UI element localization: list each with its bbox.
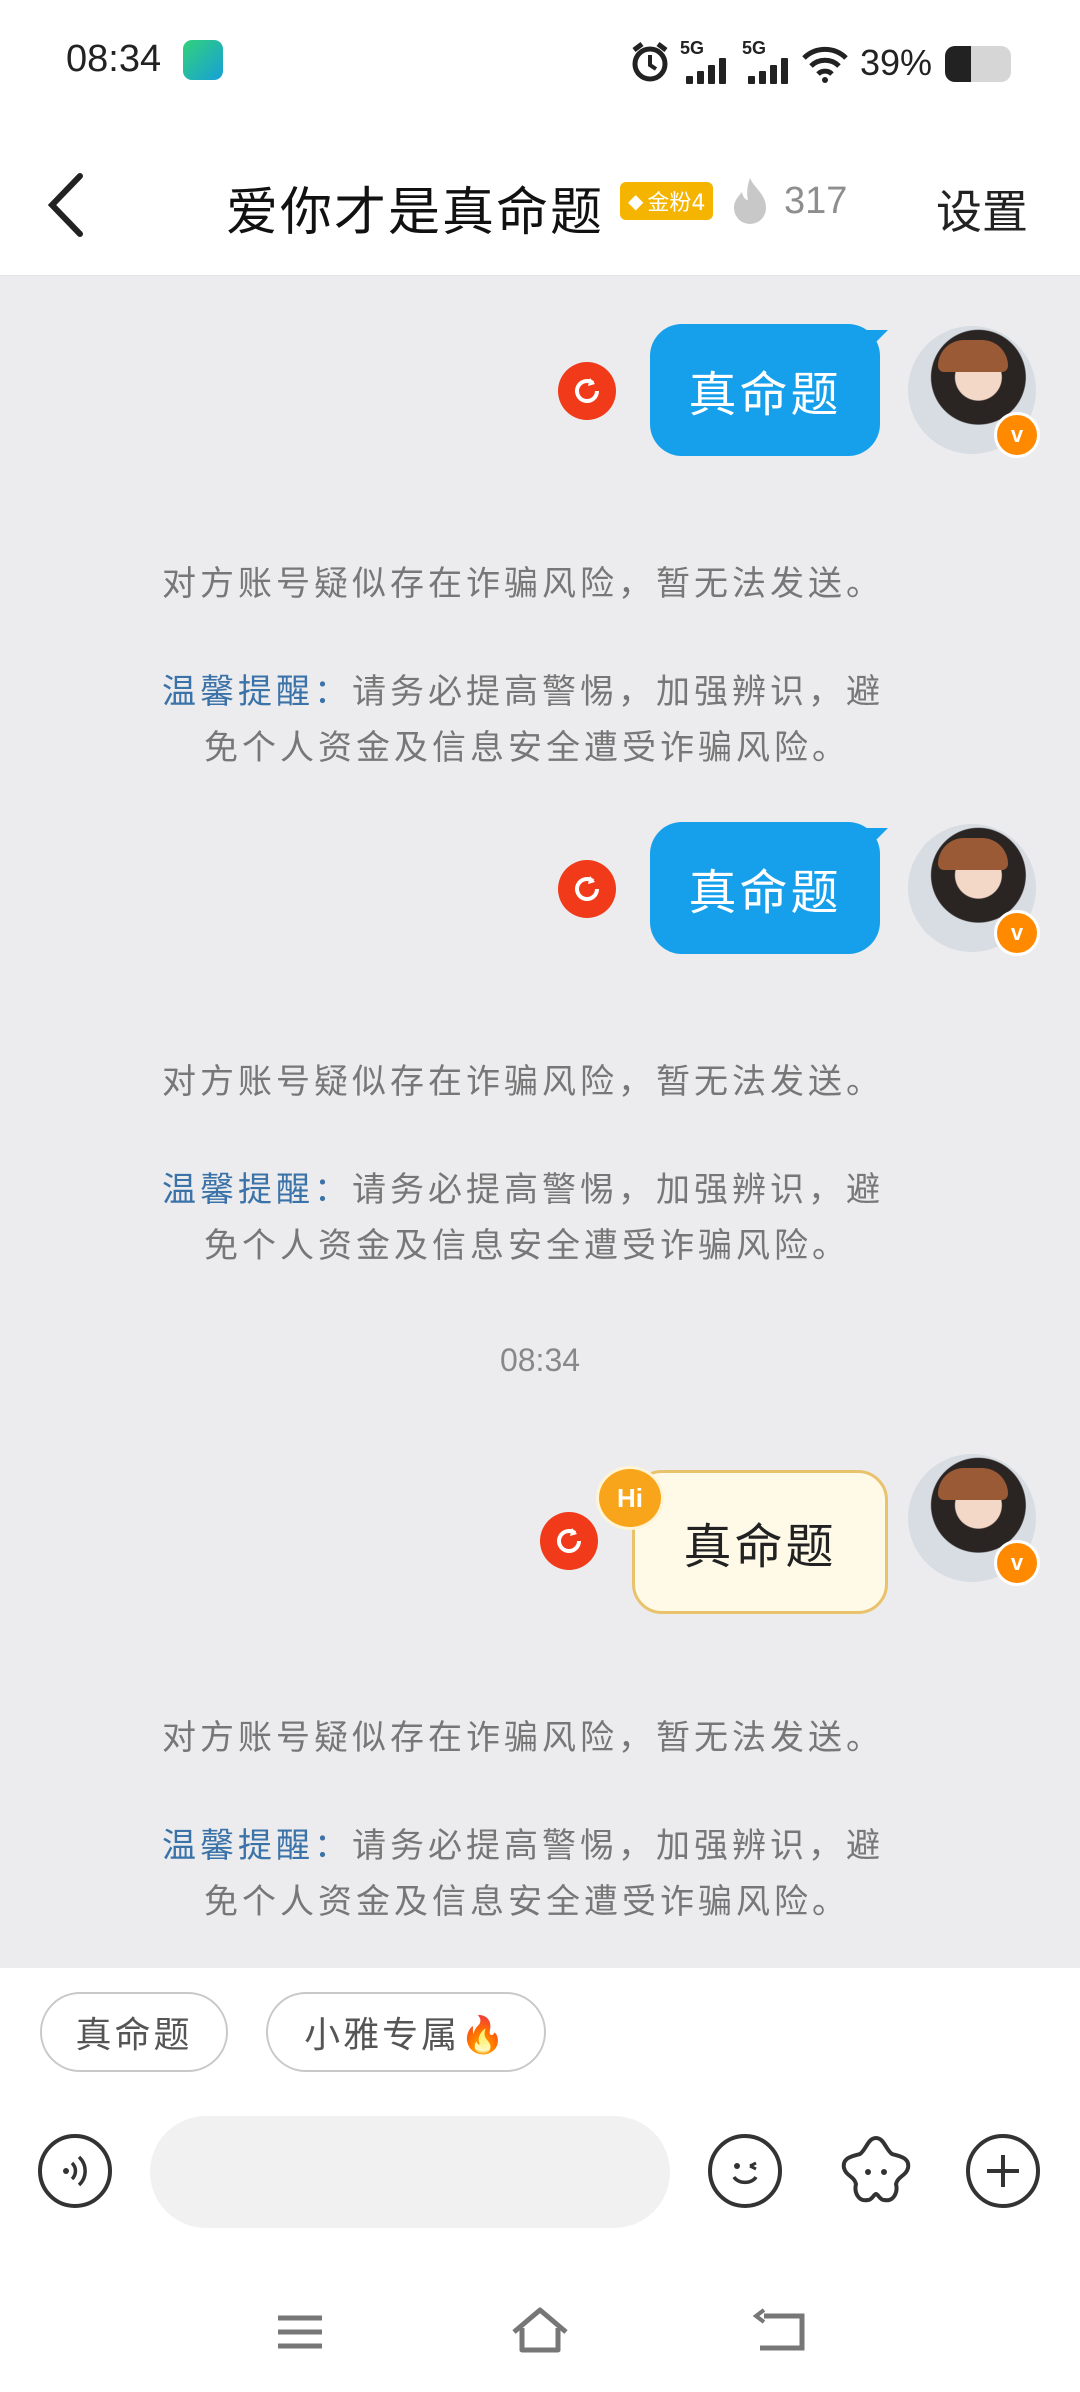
message-bubble[interactable]: 真命题 bbox=[650, 324, 880, 456]
avatar-hat bbox=[938, 838, 1008, 870]
avatar-hat bbox=[938, 1468, 1008, 1500]
message-text: 真命题 bbox=[688, 865, 842, 921]
refresh-icon bbox=[575, 876, 599, 901]
safety-tip: 温馨提醒：请务必提高警惕，加强辨识，避 免个人资金及信息安全遭受诈骗风险。 bbox=[162, 1162, 1042, 1274]
tip-text-line1: 请务必提高警惕，加强辨识，避 bbox=[352, 1170, 884, 1210]
network-label-1: 5G bbox=[680, 38, 705, 58]
avatar[interactable]: v bbox=[908, 1454, 1040, 1586]
refresh-icon bbox=[557, 1528, 581, 1553]
hi-badge-icon: Hi bbox=[596, 1466, 664, 1530]
flower-star-icon bbox=[841, 2135, 911, 2203]
back-button[interactable] bbox=[44, 170, 92, 240]
bubble-tail bbox=[866, 828, 888, 850]
app-notification-icon bbox=[183, 40, 223, 80]
fan-badge-label: 金粉4 bbox=[647, 191, 706, 216]
back-nav-button[interactable] bbox=[740, 2302, 820, 2362]
intimacy-count: 317 bbox=[784, 180, 848, 222]
status-time: 08:34 bbox=[66, 38, 162, 80]
tip-label: 温馨提醒： bbox=[162, 672, 352, 712]
tip-label: 温馨提醒： bbox=[162, 1170, 352, 1210]
chevron-left-icon bbox=[47, 173, 83, 237]
quick-reply-chip[interactable]: 小雅专属🔥 bbox=[266, 1992, 546, 2072]
avatar[interactable]: v bbox=[908, 326, 1040, 458]
hi-message-bubble[interactable]: 真命题 bbox=[632, 1470, 888, 1614]
wifi-icon bbox=[800, 44, 850, 84]
safety-tip: 温馨提醒：请务必提高警惕，加强辨识，避 免个人资金及信息安全遭受诈骗风险。 bbox=[162, 664, 1042, 776]
message-timestamp: 08:34 bbox=[499, 1342, 581, 1378]
signal-bars-1-icon bbox=[686, 58, 726, 84]
resend-button[interactable] bbox=[558, 362, 616, 420]
settings-button[interactable]: 设置 bbox=[936, 176, 1028, 242]
resend-button[interactable] bbox=[558, 860, 616, 918]
battery-percent: 39% bbox=[860, 42, 933, 83]
refresh-icon bbox=[575, 378, 599, 403]
sticker-button[interactable] bbox=[836, 2130, 916, 2210]
bubble-tail bbox=[866, 330, 888, 352]
safety-tip: 温馨提醒：请务必提高警惕，加强辨识，避 免个人资金及信息安全遭受诈骗风险。 bbox=[162, 1818, 1042, 1930]
quick-reply-chip[interactable]: 真命题 bbox=[40, 1992, 228, 2072]
tip-label: 温馨提醒： bbox=[162, 1826, 352, 1866]
tip-text-line1: 请务必提高警惕，加强辨识，避 bbox=[352, 672, 884, 712]
quick-reply-label: 小雅专属🔥 bbox=[304, 2015, 508, 2056]
verified-icon: v bbox=[994, 412, 1040, 458]
menu-icon bbox=[278, 2315, 322, 2349]
emoji-button[interactable] bbox=[708, 2134, 782, 2208]
message-input[interactable] bbox=[150, 2116, 670, 2228]
signal-5g-1: 5G bbox=[680, 38, 704, 59]
risk-warning: 对方账号疑似存在诈骗风险，暂无法发送。 bbox=[162, 1062, 884, 1102]
risk-warning: 对方账号疑似存在诈骗风险，暂无法发送。 bbox=[162, 564, 884, 604]
fan-level-badge[interactable]: ◆ 金粉4 bbox=[620, 182, 714, 220]
avatar[interactable]: v bbox=[908, 824, 1040, 956]
resend-button[interactable] bbox=[540, 1512, 598, 1570]
intimacy-fire-icon[interactable] bbox=[730, 176, 770, 224]
message-text: 真命题 bbox=[688, 367, 842, 423]
risk-warning: 对方账号疑似存在诈骗风险，暂无法发送。 bbox=[162, 1718, 884, 1758]
battery-icon bbox=[945, 46, 1011, 82]
signal-bars-2-icon bbox=[748, 58, 788, 84]
network-label-2: 5G bbox=[742, 38, 767, 58]
menu-nav-button[interactable] bbox=[260, 2302, 340, 2362]
tip-text-line2: 免个人资金及信息安全遭受诈骗风险。 bbox=[204, 1226, 850, 1266]
emoji-icon bbox=[732, 2161, 758, 2185]
alarm-icon bbox=[628, 40, 672, 84]
home-nav-button[interactable] bbox=[500, 2300, 580, 2360]
home-icon bbox=[512, 2307, 568, 2353]
verified-icon: v bbox=[994, 1540, 1040, 1586]
message-text: 真命题 bbox=[683, 1519, 837, 1575]
chat-title[interactable]: 爱你才是真命题 bbox=[226, 170, 604, 245]
diamond-icon: ◆ bbox=[628, 189, 644, 213]
return-icon bbox=[752, 2308, 805, 2351]
quick-reply-label: 真命题 bbox=[75, 2015, 193, 2056]
hi-label: Hi bbox=[617, 1482, 643, 1513]
avatar-hat bbox=[938, 340, 1008, 372]
message-bubble[interactable]: 真命题 bbox=[650, 822, 880, 954]
tip-text-line2: 免个人资金及信息安全遭受诈骗风险。 bbox=[204, 728, 850, 768]
tip-text-line2: 免个人资金及信息安全遭受诈骗风险。 bbox=[204, 1882, 850, 1922]
tip-text-line1: 请务必提高警惕，加强辨识，避 bbox=[352, 1826, 884, 1866]
voice-icon bbox=[63, 2155, 87, 2187]
plus-icon bbox=[987, 2155, 1019, 2187]
signal-5g-2: 5G bbox=[742, 38, 766, 59]
voice-button[interactable] bbox=[38, 2134, 112, 2208]
more-button[interactable] bbox=[966, 2134, 1040, 2208]
verified-icon: v bbox=[994, 910, 1040, 956]
